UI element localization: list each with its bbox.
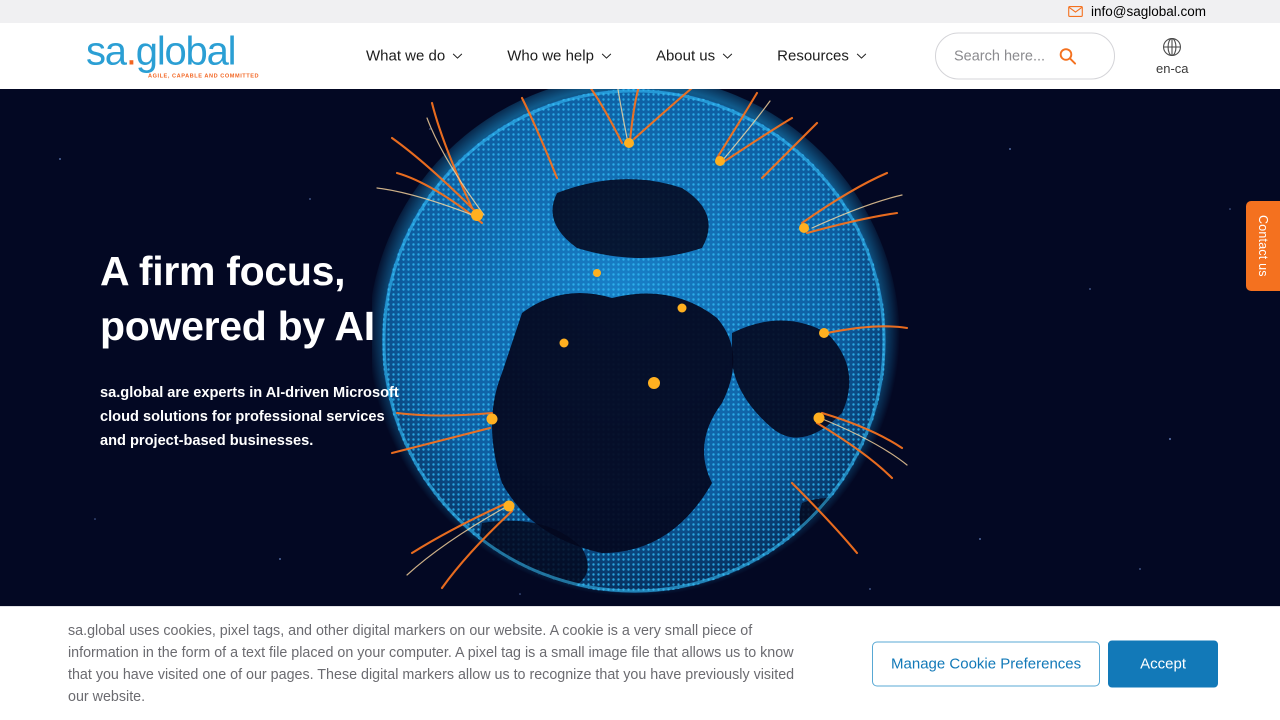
nav-label: Who we help [507,47,594,65]
accept-cookies-button[interactable]: Accept [1108,640,1218,687]
search-icon[interactable] [1058,47,1077,66]
hero-copy: A firm focus, powered by AI sa.global ar… [100,244,430,454]
logo[interactable]: sa.global AGILE, CAPABLE AND COMMITTED [86,32,259,81]
nav-label: What we do [366,47,446,65]
top-utility-bar: info@saglobal.com [0,0,1280,23]
language-selector[interactable]: en-ca [1156,36,1189,76]
globe-icon [1163,38,1182,56]
nav-label: About us [655,47,716,65]
site-header: sa.global AGILE, CAPABLE AND COMMITTED W… [0,23,1280,89]
contact-us-tab[interactable]: Contact us [1246,201,1280,291]
logo-dot: . [125,29,137,74]
hero-section: A firm focus, powered by AI sa.global ar… [0,89,1280,606]
globe-graphic [372,89,909,606]
logo-text-left: sa [86,29,127,74]
logo-wordmark: sa.global [86,29,237,74]
nav-item-what-we-do[interactable]: What we do [366,48,463,65]
language-label: en-ca [1156,61,1189,76]
logo-tagline: AGILE, CAPABLE AND COMMITTED [148,73,260,80]
nav-item-resources[interactable]: Resources [777,48,867,65]
cookie-consent-banner: sa.global uses cookies, pixel tags, and … [0,606,1280,720]
envelope-icon [1068,6,1083,17]
hero-title: A firm focus, powered by AI [100,248,375,349]
hero-subtitle: sa.global are experts in AI-driven Micro… [100,385,399,449]
main-navigation: What we do Who we help About us Resource… [366,48,867,65]
chevron-down-icon [601,53,612,59]
nav-label: Resources [777,47,849,65]
search-input[interactable] [936,33,1058,79]
contact-us-label: Contact us [1256,215,1270,277]
nav-item-who-we-help[interactable]: Who we help [507,48,612,65]
logo-text-right: global [135,29,237,74]
manage-cookie-preferences-button[interactable]: Manage Cookie Preferences [872,641,1101,686]
email-link[interactable]: info@saglobal.com [1068,4,1206,19]
search-box[interactable] [935,32,1115,80]
cookie-banner-actions: Manage Cookie Preferences Accept [872,640,1218,687]
nav-item-about-us[interactable]: About us [656,48,733,65]
chevron-down-icon [856,53,867,59]
chevron-down-icon [722,53,733,59]
page-root: info@saglobal.com sa.global AGILE, CAPAB… [0,0,1280,720]
email-text: info@saglobal.com [1090,4,1206,19]
cookie-banner-text: sa.global uses cookies, pixel tags, and … [68,623,795,705]
chevron-down-icon [453,53,463,59]
